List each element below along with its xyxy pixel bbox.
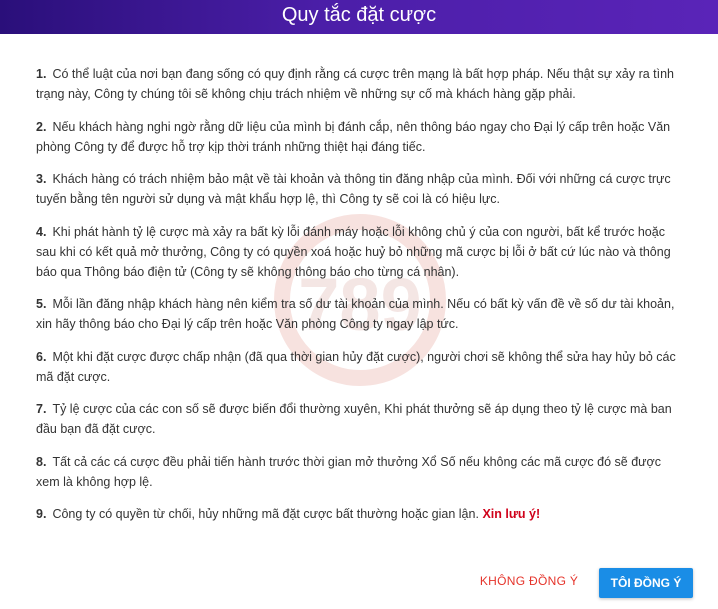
rule-number: 7. <box>36 402 47 416</box>
rule-item: 1. Có thể luật của nơi bạn đang sống có q… <box>36 64 686 104</box>
rule-item: 2. Nếu khách hàng nghi ngờ rằng dữ liệu c… <box>36 117 686 157</box>
rule-text: Nếu khách hàng nghi ngờ rằng dữ liệu của… <box>36 119 671 154</box>
rule-text: Tất cả các cá cược đều phải tiến hành tr… <box>36 454 661 489</box>
rule-number: 1. <box>36 67 47 81</box>
warning-note: Xin lưu ý! <box>482 507 541 521</box>
rule-text: Khi phát hành tỷ lệ cược mà xảy ra bất k… <box>36 224 671 279</box>
rule-number: 3. <box>36 172 47 186</box>
rule-item: 9. Công ty có quyền từ chối, hủy những mã… <box>36 504 686 524</box>
rule-item: 3. Khách hàng có trách nhiệm bảo mật về t… <box>36 169 686 209</box>
rules-list: 1. Có thể luật của nơi bạn đang sống có q… <box>36 64 686 537</box>
rule-number: 4. <box>36 224 47 239</box>
rule-item: 8. Tất cả các cá cược đều phải tiến hành … <box>36 452 686 492</box>
rule-number: 6. <box>36 349 47 364</box>
rule-text: Công ty có quyền từ chối, hủy những mã đ… <box>52 507 479 521</box>
rule-item: 4. Khi phát hành tỷ lệ cược mà xảy ra bất… <box>36 222 686 282</box>
decline-button[interactable]: KHÔNG ĐỒNG Ý <box>477 568 581 594</box>
rule-number: 2. <box>36 119 47 134</box>
rule-text: Mỗi lần đăng nhập khách hàng nên kiểm tr… <box>36 297 675 331</box>
rule-item: 7. Tỷ lệ cược của các con số sẽ được biến… <box>36 399 686 439</box>
rule-text: Tỷ lệ cược của các con số sẽ được biến đ… <box>36 402 672 436</box>
rule-number: 8. <box>36 454 47 469</box>
rule-item: 6. Một khi đặt cược được chấp nhận (đã qu… <box>36 347 686 387</box>
rule-text: Khách hàng có trách nhiệm bảo mật về tài… <box>36 172 671 206</box>
rule-text: Một khi đặt cược được chấp nhận (đã qua … <box>36 349 676 384</box>
rule-text: Có thể luật của nơi bạn đang sống có quy… <box>36 67 675 101</box>
rule-number: 5. <box>36 297 47 311</box>
rule-item: 5. Mỗi lần đăng nhập khách hàng nên kiểm … <box>36 294 686 334</box>
rule-number: 9. <box>36 507 47 521</box>
accept-button[interactable]: TÔI ĐỒNG Ý <box>599 568 693 598</box>
dialog-title: Quy tắc đặt cược <box>0 0 718 34</box>
